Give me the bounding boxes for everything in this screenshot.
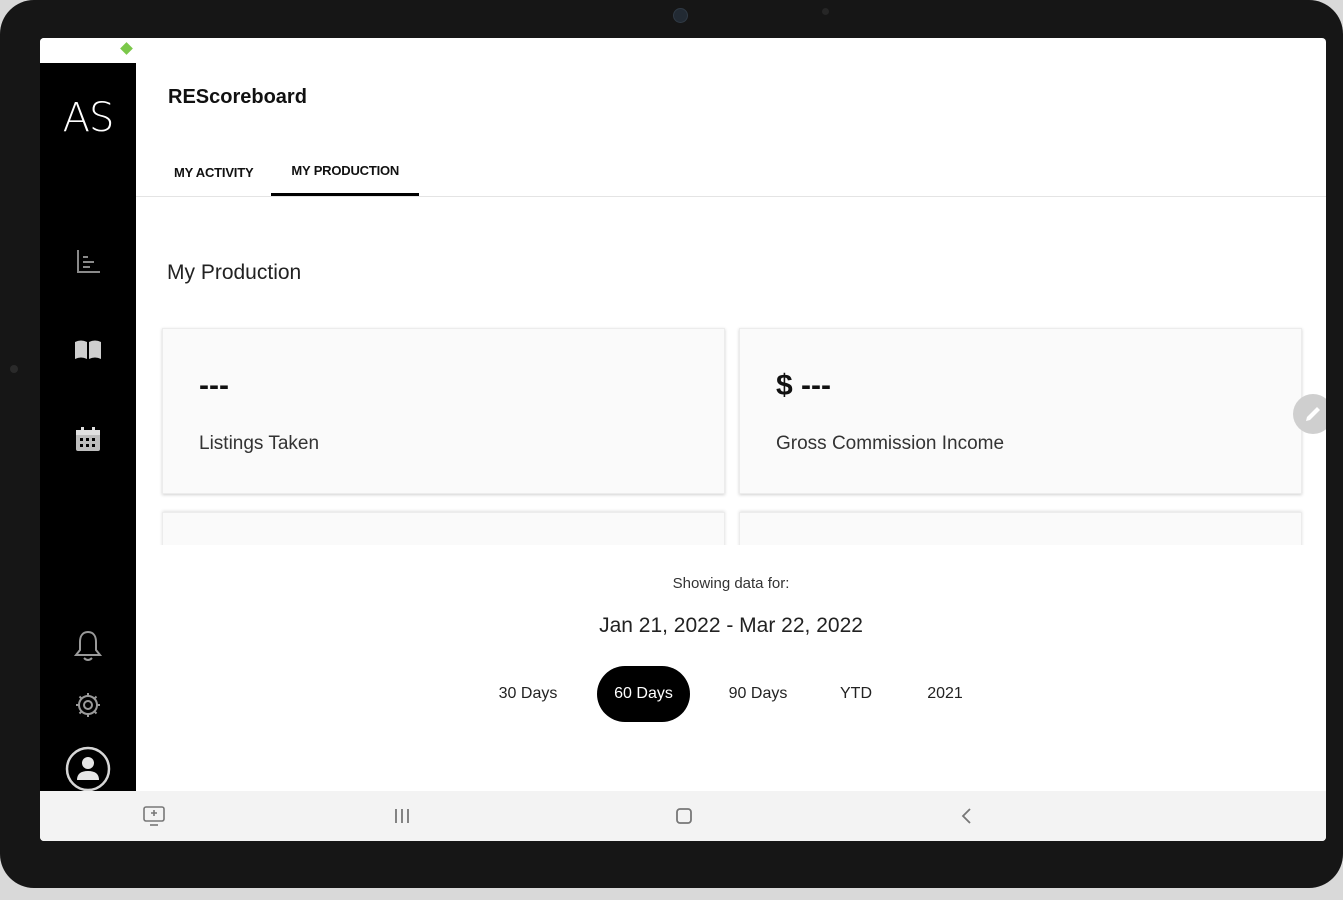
recent-apps-icon[interactable] [389,803,415,829]
back-icon[interactable] [954,803,980,829]
tablet-frame: AS REScoreboard MY ACTIVITY MY PRODUCTIO… [0,0,1343,888]
stat-card-gci[interactable]: $ --- Gross Commission Income [739,328,1302,494]
side-sensor [10,365,18,373]
tab-divider [136,196,1326,197]
status-bar [40,38,136,63]
tab-my-activity[interactable]: MY ACTIVITY [156,148,271,196]
range-option-2021[interactable]: 2021 [905,666,985,722]
stat-card-listings[interactable]: --- Listings Taken [162,328,725,494]
main-content: REScoreboard MY ACTIVITY MY PRODUCTION M… [136,38,1326,795]
system-nav-bar [40,791,1326,841]
book-icon[interactable] [73,335,103,365]
stat-label: Listings Taken [199,433,320,454]
app-logo: AS [62,95,115,141]
stat-value: $ --- [776,369,831,402]
bell-icon[interactable] [73,630,103,661]
app-title: REScoreboard [168,86,307,108]
tab-bar: MY ACTIVITY MY PRODUCTION [156,148,420,196]
calendar-icon[interactable] [73,424,103,454]
light-sensor [822,8,829,15]
range-option-90-days[interactable]: 90 Days [708,666,808,722]
range-option-60-days[interactable]: 60 Days [597,666,690,722]
sidebar-rail: AS [40,63,136,792]
stat-value: --- [199,369,229,402]
edit-icon[interactable] [1293,394,1326,434]
stat-label: Gross Commission Income [776,433,1005,454]
chart-icon[interactable] [73,246,103,276]
status-indicator-icon [120,42,133,55]
section-title: My Production [167,261,302,284]
screen: AS REScoreboard MY ACTIVITY MY PRODUCTIO… [40,38,1326,841]
gear-icon[interactable] [73,690,103,720]
date-range-text: Jan 21, 2022 - Mar 22, 2022 [599,614,863,637]
showing-data-label: Showing data for: [672,575,790,592]
range-option-30-days[interactable]: 30 Days [478,666,578,722]
home-icon[interactable] [671,803,697,829]
assistant-icon[interactable] [141,803,167,829]
range-option-ytd[interactable]: YTD [816,666,896,722]
tab-my-production[interactable]: MY PRODUCTION [271,148,420,196]
front-camera [673,8,688,23]
profile-icon[interactable] [65,746,111,792]
